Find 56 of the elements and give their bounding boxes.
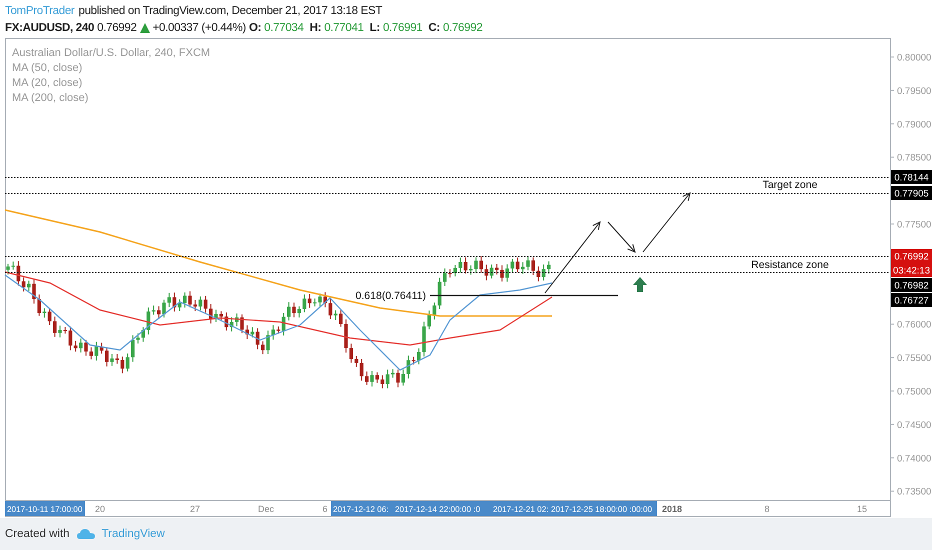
time-cursor-label: 2017-12-21 02: — [491, 501, 549, 516]
legend-text: MA (20, close) — [12, 77, 82, 89]
price-axis-label: 0.79500 — [897, 86, 932, 97]
time-axis-label: 27 — [190, 504, 200, 514]
annotation-text: Target zone — [762, 179, 818, 191]
created-with-text: Created with — [5, 528, 70, 540]
ohlc-label: L: — [370, 22, 380, 34]
price-badge: 03:42:13 — [891, 263, 932, 277]
price-change: +0.00337 (+0.44%) — [152, 22, 246, 34]
last-price: 0.76992 — [97, 22, 137, 34]
ohlc-label: O: — [248, 22, 262, 34]
legend-text: MA (200, close) — [12, 92, 88, 104]
legend-text: MA (50, close) — [12, 62, 82, 74]
price-badge: 0.77905 — [891, 186, 932, 200]
time-cursor-label: 2017-10-11 17:00:00 — [5, 501, 85, 516]
time-axis-label: 8 — [764, 504, 770, 514]
price-axis-label: 0.75000 — [897, 386, 932, 398]
price-badge: 0.78144 — [891, 170, 932, 184]
price-axis-label: 0.73500 — [897, 486, 932, 498]
time-cursor-label: 2017-12-14 22:00:00 :0 — [393, 501, 491, 516]
time-axis-label: 6 — [322, 504, 328, 514]
published-text: published on TradingView.com, December 21, 2017 13:18 EST — [78, 4, 382, 16]
time-axis-label: Dec — [258, 504, 274, 514]
candlestick — [547, 260, 551, 274]
price-axis-label: 0.80000 — [897, 52, 932, 64]
time-cursor-label: 2017-12-12 06: — [331, 501, 393, 516]
ohlc-value: 0.76992 — [442, 22, 482, 34]
author-link[interactable]: TomProTrader — [5, 4, 74, 16]
ohlc-value: 0.76991 — [382, 22, 422, 34]
price-axis-label: 0.76000 — [897, 320, 932, 331]
up-arrow-icon — [633, 277, 647, 292]
time-axis-label: 20 — [95, 504, 105, 514]
price-badge: 0.76982 — [891, 278, 932, 292]
symbol-label: FX:AUDUSD, 240 — [5, 22, 94, 34]
price-axis-label: 0.79000 — [897, 119, 932, 130]
price-badge: 0.76992 — [891, 249, 932, 263]
brand-link[interactable]: TradingView — [102, 528, 165, 540]
annotation-text: 0.618(0.76411) — [356, 290, 426, 302]
price-badge: 0.76727 — [891, 293, 932, 307]
arrow — [608, 222, 636, 253]
price-axis-label: 0.75500 — [897, 353, 932, 364]
price-axis-label: 0.78500 — [897, 152, 932, 164]
time-axis-label: 2018 — [662, 504, 682, 514]
time-cursor-label: 2017-12-25 18:00:00 :00:00 — [549, 501, 657, 516]
price-axis-label: 0.74500 — [897, 420, 932, 431]
time-axis-label: 15 — [857, 504, 867, 514]
annotation-text: Resistance zone — [751, 259, 829, 271]
ohlc-value: 0.77034 — [264, 22, 304, 34]
ohlc-label: C: — [428, 22, 440, 34]
price-axis-label: 0.77500 — [897, 220, 932, 230]
ohlc-value: 0.77041 — [324, 22, 364, 34]
price-axis-label: 0.74000 — [897, 453, 932, 464]
ohlc-label: H: — [310, 22, 322, 34]
arrow — [642, 192, 691, 252]
cloud-logo-icon — [76, 528, 95, 540]
legend-text: Australian Dollar/U.S. Dollar, 240, FXCM — [12, 47, 210, 59]
